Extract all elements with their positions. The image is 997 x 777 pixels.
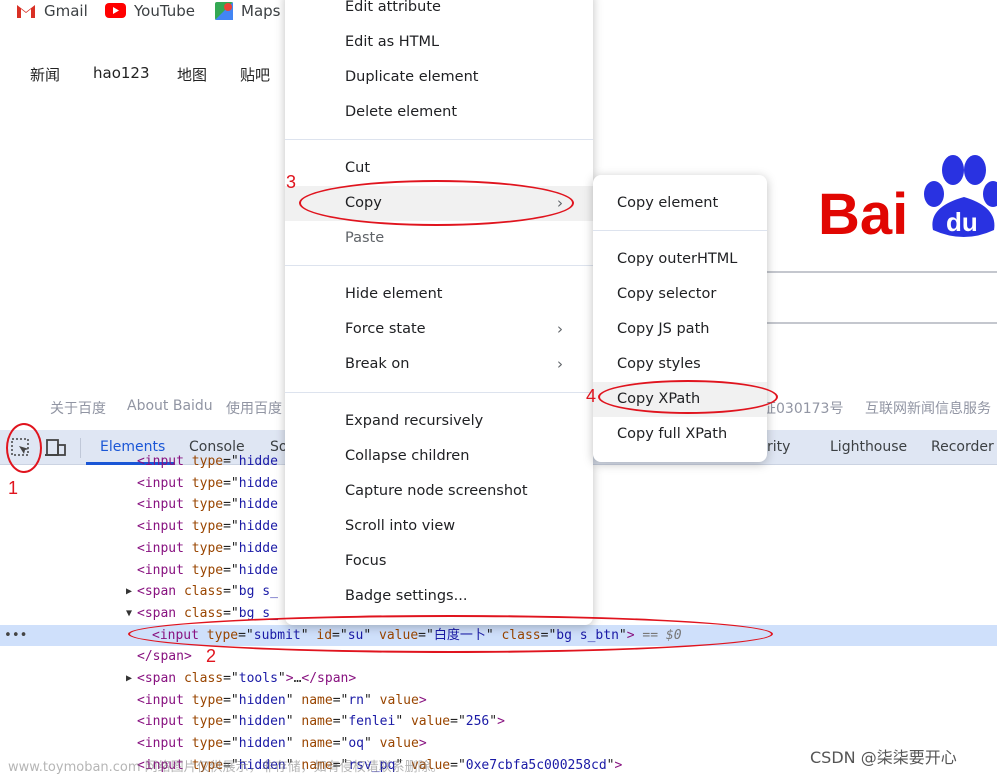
maps-icon bbox=[215, 2, 233, 20]
node-actions-icon[interactable]: ••• bbox=[4, 625, 27, 647]
gmail-icon bbox=[17, 5, 35, 18]
watermark: www.toymoban.com 网络图片仅供展示，非存储，如有侵权请联系删除。 bbox=[8, 760, 444, 775]
menu-item-copy-element[interactable]: Copy element bbox=[593, 186, 767, 221]
nav-tieba[interactable]: 贴吧 bbox=[240, 64, 270, 85]
chevron-right-icon: › bbox=[557, 320, 563, 338]
chevron-right-icon: › bbox=[557, 355, 563, 373]
search-box-bottom bbox=[767, 322, 997, 324]
expand-triangle-icon[interactable]: ▶ bbox=[126, 668, 132, 690]
menu-item-force-state[interactable]: Force state › bbox=[285, 312, 593, 347]
expand-triangle-icon[interactable]: ▶ bbox=[126, 581, 132, 603]
menu-item-copy-js-path[interactable]: Copy JS path bbox=[593, 312, 767, 347]
credit: CSDN @柒柒要开心 bbox=[810, 748, 957, 767]
footer-link[interactable]: 互联网新闻信息服务 bbox=[865, 398, 991, 418]
bookmark-gmail[interactable]: Gmail bbox=[16, 2, 88, 20]
menu-item-copy-outerhtml[interactable]: Copy outerHTML bbox=[593, 242, 767, 277]
menu-item-duplicate-element[interactable]: Duplicate element bbox=[285, 60, 593, 95]
annotation-label-2: 2 bbox=[206, 646, 217, 666]
svg-text:Bai: Bai bbox=[818, 182, 908, 242]
menu-item-scroll-into-view[interactable]: Scroll into view bbox=[285, 509, 593, 544]
menu-item-delete-element[interactable]: Delete element bbox=[285, 95, 593, 130]
menu-item-copy-styles[interactable]: Copy styles bbox=[593, 347, 767, 382]
menu-item-focus[interactable]: Focus bbox=[285, 544, 593, 579]
nav-news[interactable]: 新闻 bbox=[30, 64, 60, 85]
youtube-icon bbox=[105, 3, 126, 18]
tree-row[interactable]: ▶ <span class="tools">…</span> bbox=[0, 668, 997, 690]
baidu-logo: Bai du bbox=[818, 152, 997, 247]
footer-link[interactable]: 关于百度 bbox=[50, 398, 106, 418]
menu-item-break-on[interactable]: Break on › bbox=[285, 347, 593, 382]
menu-separator bbox=[285, 265, 593, 266]
menu-item-collapse-children[interactable]: Collapse children bbox=[285, 439, 593, 474]
menu-separator bbox=[285, 139, 593, 140]
annotation-ellipse-2 bbox=[128, 615, 773, 653]
menu-item-paste[interactable]: Paste bbox=[285, 221, 593, 256]
menu-item-edit-as-html[interactable]: Edit as HTML bbox=[285, 25, 593, 60]
tree-row[interactable]: <input type="hidden" name="fenlei" value… bbox=[0, 711, 997, 733]
menu-item-copy-selector[interactable]: Copy selector bbox=[593, 277, 767, 312]
tree-row[interactable]: <input type="hidden" name="rn" value> bbox=[0, 690, 997, 712]
annotation-ellipse-3 bbox=[299, 180, 574, 226]
annotation-ellipse-4 bbox=[598, 380, 778, 414]
menu-item-capture-node-screenshot[interactable]: Capture node screenshot bbox=[285, 474, 593, 509]
annotation-ellipse-1 bbox=[6, 423, 42, 473]
footer-link[interactable]: 使用百度 bbox=[226, 398, 282, 418]
footer-link[interactable]: About Baidu bbox=[127, 398, 213, 414]
nav-map[interactable]: 地图 bbox=[177, 64, 207, 85]
annotation-label-3: 3 bbox=[286, 172, 297, 192]
search-box-top bbox=[767, 271, 997, 273]
menu-separator bbox=[285, 392, 593, 393]
collapse-triangle-icon[interactable]: ▼ bbox=[126, 603, 132, 625]
menu-item-hide-element[interactable]: Hide element bbox=[285, 277, 593, 312]
svg-text:du: du bbox=[946, 207, 978, 237]
menu-item-edit-attribute[interactable]: Edit attribute bbox=[285, 0, 593, 25]
menu-item-expand-recursively[interactable]: Expand recursively bbox=[285, 404, 593, 439]
annotation-label-1: 1 bbox=[8, 478, 19, 498]
nav-hao123[interactable]: hao123 bbox=[93, 64, 150, 82]
bookmark-maps[interactable]: Maps bbox=[215, 2, 280, 20]
menu-item-copy-full-xpath[interactable]: Copy full XPath bbox=[593, 417, 767, 452]
menu-item-badge-settings[interactable]: Badge settings... bbox=[285, 579, 593, 614]
copy-submenu: Copy element Copy outerHTML Copy selector C… bbox=[593, 175, 767, 462]
context-menu: Edit attribute Edit as HTML Duplicate elem… bbox=[285, 0, 593, 625]
bookmark-youtube[interactable]: YouTube bbox=[105, 2, 195, 20]
menu-separator bbox=[593, 230, 767, 231]
annotation-label-4: 4 bbox=[586, 386, 597, 406]
